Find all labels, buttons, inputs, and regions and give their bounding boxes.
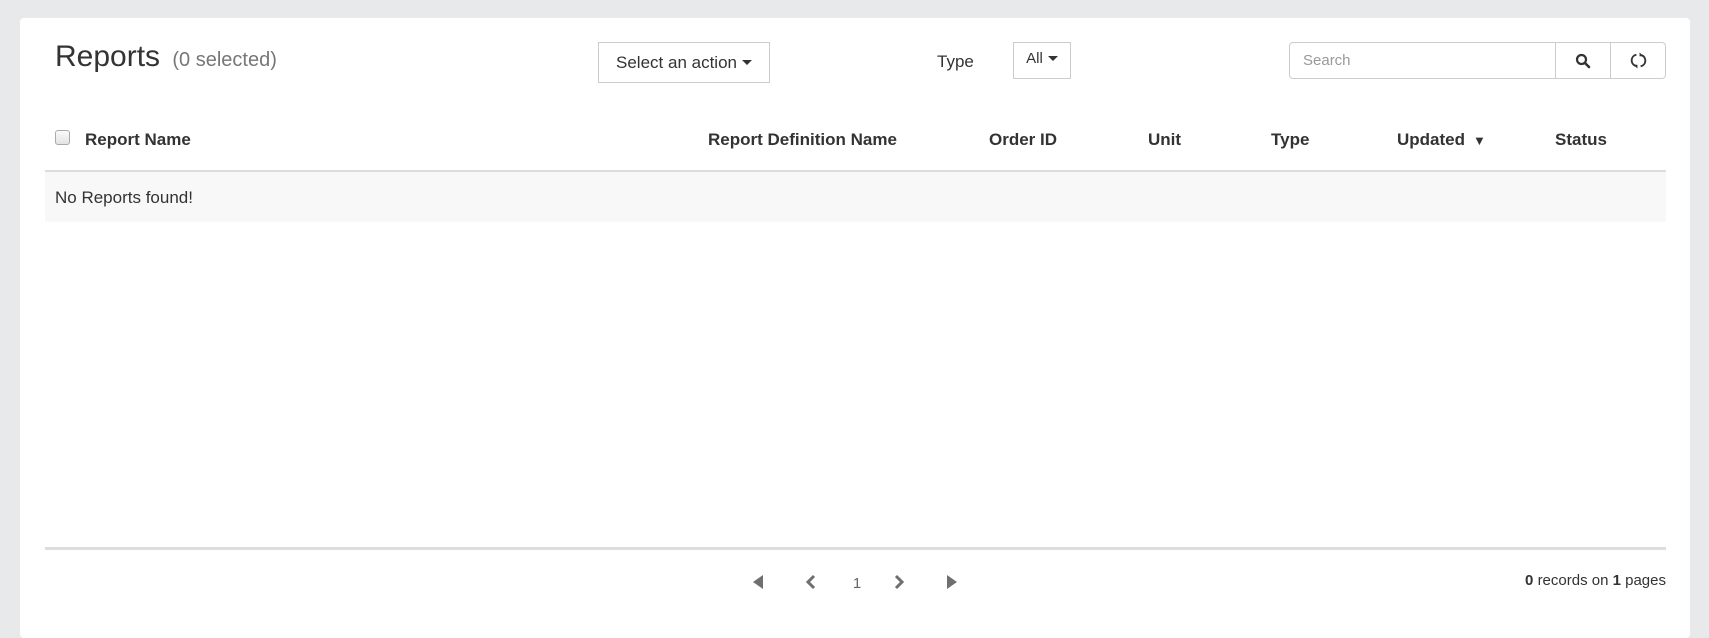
current-page[interactable]: 1 [849,574,865,592]
prev-page-button[interactable] [802,573,820,591]
records-summary: 0 records on 1 pages [1525,572,1666,589]
select-action-label: Select an action [616,52,737,72]
page-title-text: Reports [55,40,161,73]
type-filter-label: Type [937,52,974,71]
column-type[interactable]: Type [1271,130,1309,150]
selection-count: (0 selected) [172,49,277,71]
select-action-dropdown[interactable]: Select an action [598,42,770,83]
refresh-icon [1630,52,1646,69]
records-text: records on [1537,572,1609,589]
refresh-button[interactable] [1611,42,1666,79]
empty-table-row: No Reports found! [45,172,1666,222]
search-button[interactable] [1556,42,1612,79]
column-status[interactable]: Status [1555,130,1607,150]
column-updated-label: Updated [1397,130,1465,149]
sort-descending-icon: ▼ [1473,133,1486,148]
next-page-icon [894,574,905,590]
prev-page-icon [805,574,816,590]
first-page-icon [753,575,763,589]
next-page-button[interactable] [890,573,908,591]
caret-down-icon [741,60,752,65]
reports-panel: Reports (0 selected) Select an action Ty… [20,18,1690,638]
search-input[interactable] [1289,42,1557,79]
caret-down-icon [1047,56,1058,61]
type-filter-dropdown[interactable]: All [1013,42,1071,79]
pages-text: pages [1625,572,1666,589]
pages-count: 1 [1612,572,1621,589]
column-order-id[interactable]: Order ID [989,130,1057,150]
type-filter-value: All [1026,50,1043,67]
column-report-definition-name[interactable]: Report Definition Name [708,130,897,150]
column-report-name[interactable]: Report Name [85,130,191,150]
search-group [1289,42,1666,79]
page-title: Reports (0 selected) [55,40,277,74]
column-updated[interactable]: Updated ▼ [1397,130,1486,150]
last-page-button[interactable] [943,573,961,591]
column-unit[interactable]: Unit [1148,130,1181,150]
last-page-icon [947,575,957,589]
select-all-checkbox[interactable] [55,130,70,145]
empty-message: No Reports found! [55,188,193,207]
footer-divider [45,547,1666,550]
first-page-button[interactable] [749,573,767,591]
search-icon [1576,53,1591,68]
records-count: 0 [1525,572,1534,589]
table-header: Report Name Report Definition Name Order… [45,98,1666,172]
